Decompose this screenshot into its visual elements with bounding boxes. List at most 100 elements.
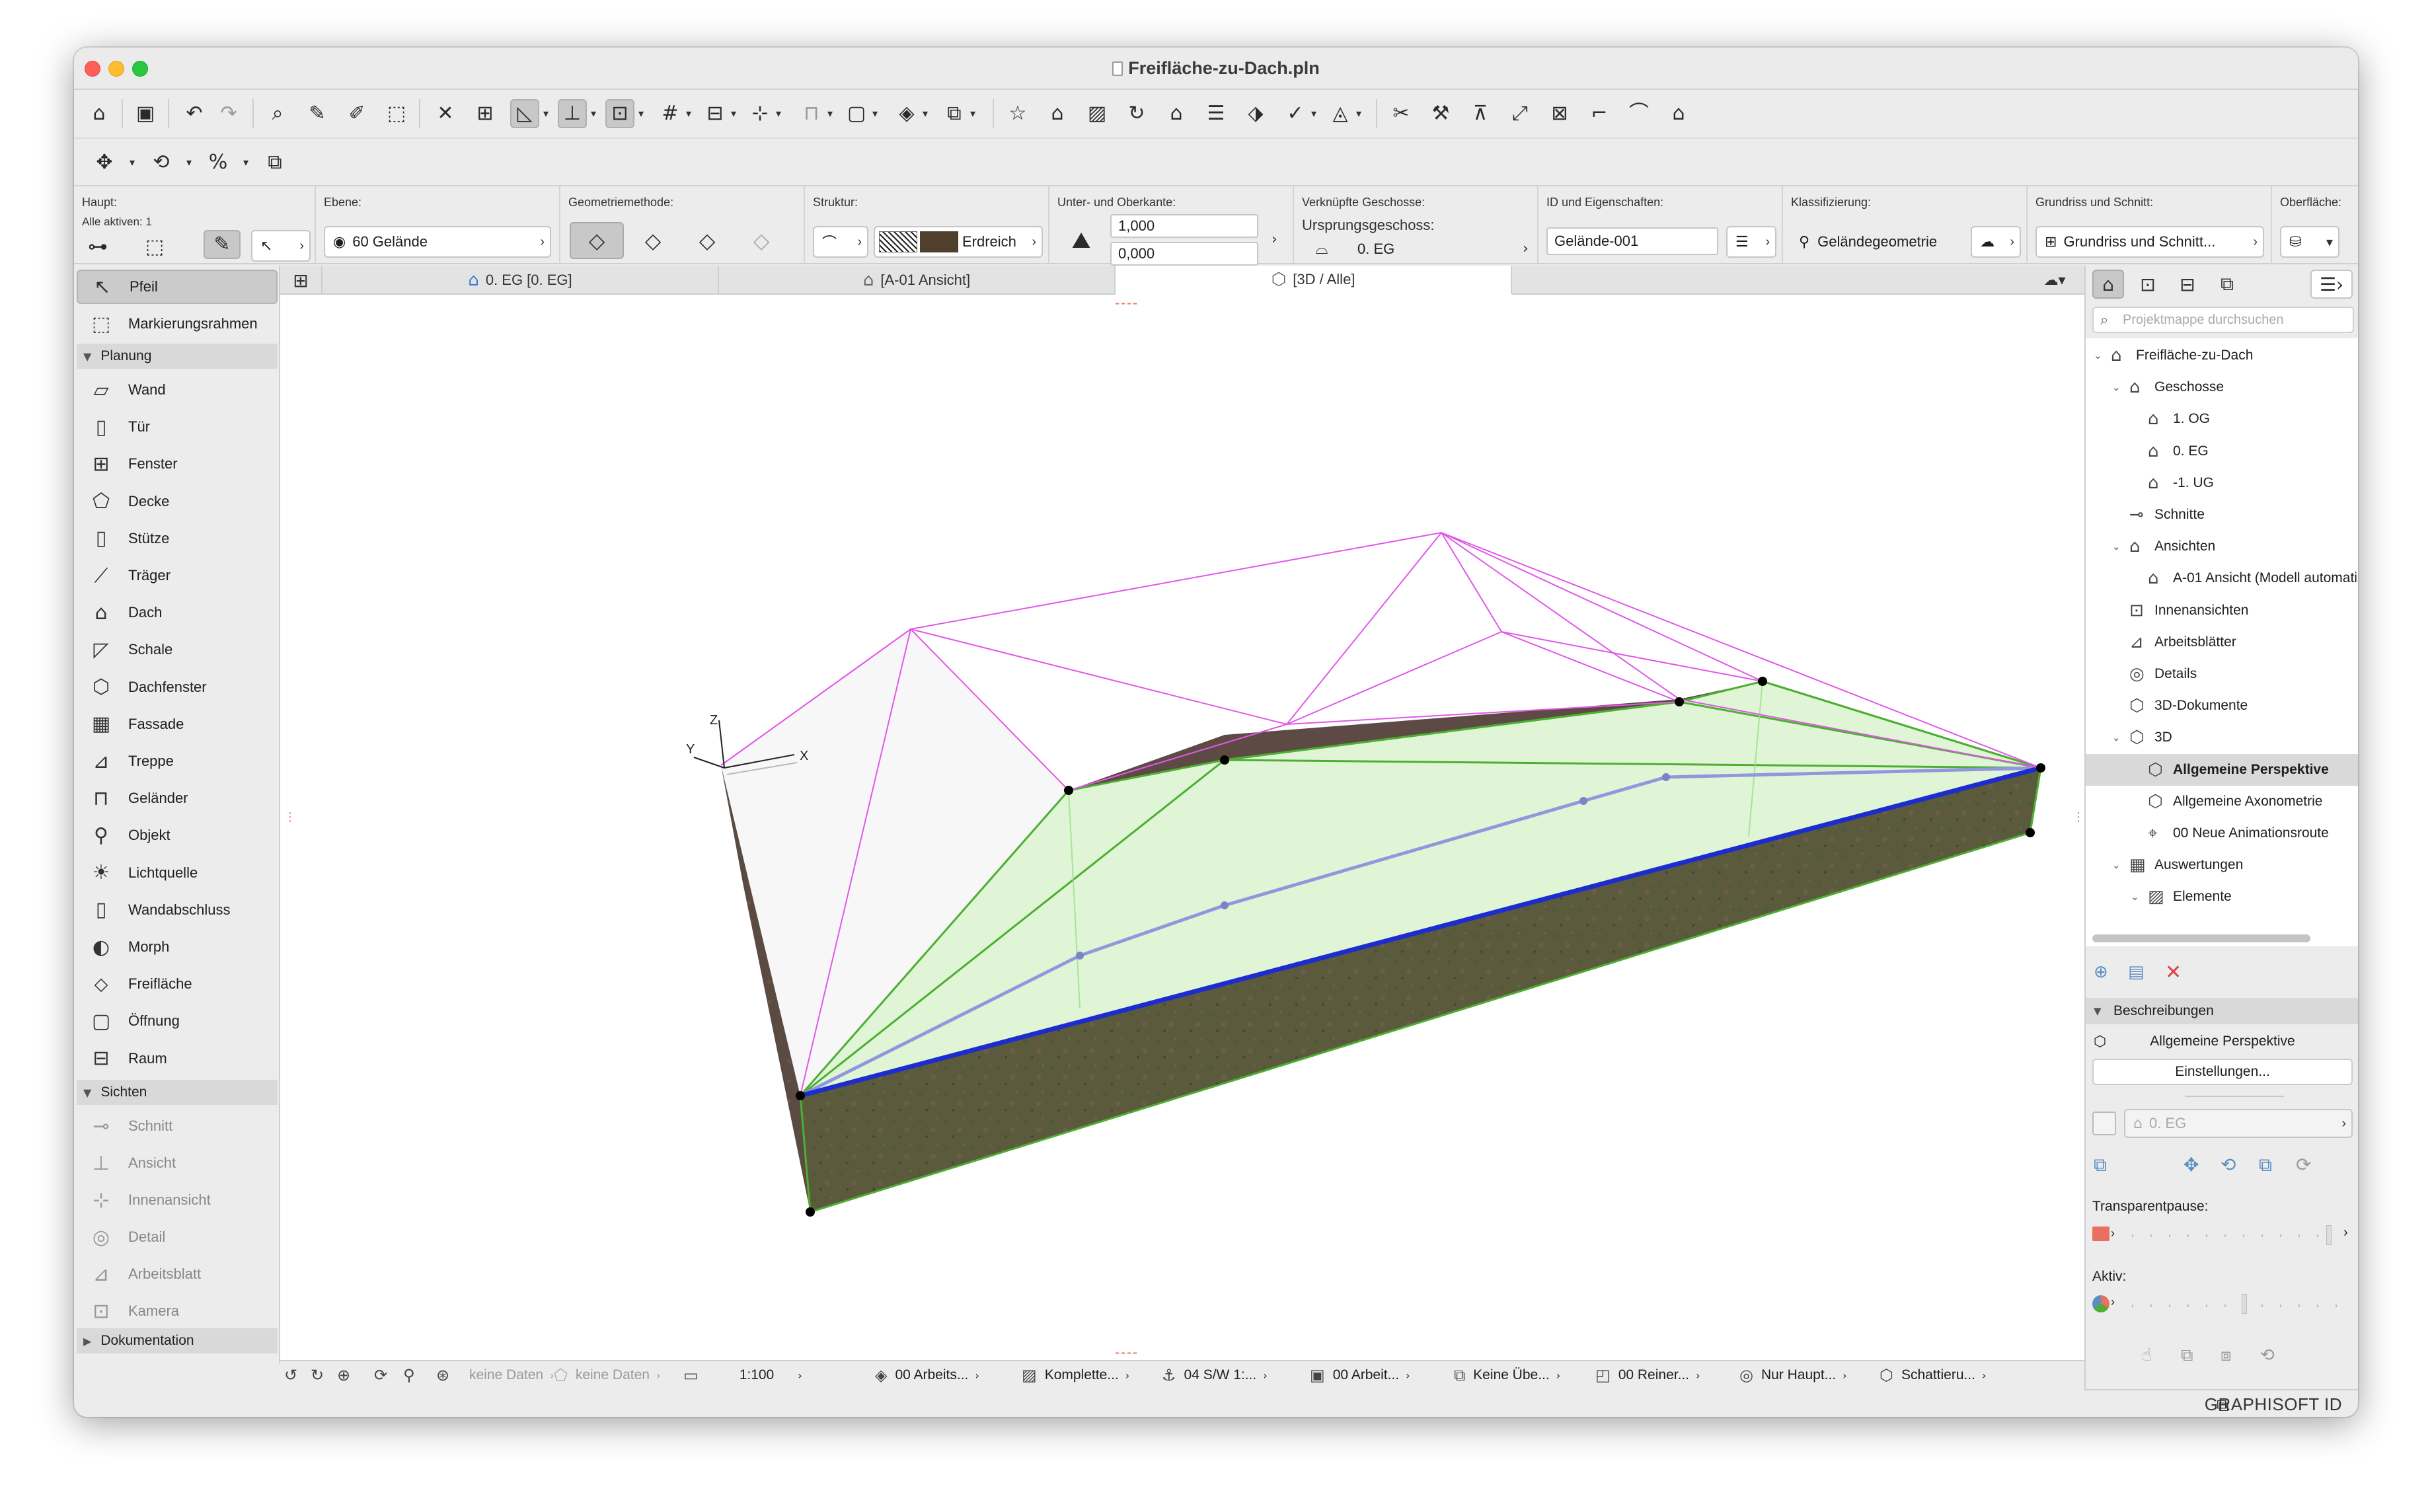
- tool-9[interactable]: ⬡ Dachfenster: [77, 670, 278, 704]
- status-scale[interactable]: ▭ 1:100 ›: [683, 1361, 802, 1389]
- tool-17[interactable]: ⬦ Freifläche: [77, 967, 278, 1001]
- trace-slider-thumb[interactable]: [2326, 1225, 2332, 1245]
- clone-icon[interactable]: ⧉: [2094, 1154, 2107, 1176]
- chevron-down-icon[interactable]: ▾: [827, 107, 833, 120]
- tool-19[interactable]: ⊟ Raum: [77, 1041, 278, 1076]
- reference-line-icon[interactable]: ⊶: [83, 233, 112, 262]
- chevron-down-icon[interactable]: ▾: [776, 107, 781, 120]
- orbit-forward-icon[interactable]: ↻: [311, 1361, 332, 1389]
- view-tool-6[interactable]: ⊡ Kamera: [77, 1294, 278, 1328]
- redo-icon[interactable]: ↷: [214, 99, 243, 128]
- chevron-right-icon[interactable]: ›: [2343, 1225, 2348, 1240]
- layer-selector[interactable]: ◉ 60 Gelände ›: [324, 226, 551, 258]
- link-icon[interactable]: ⧉: [2259, 1154, 2272, 1176]
- chevron-down-icon[interactable]: ⌄: [2131, 891, 2139, 903]
- tree-item[interactable]: ◎ Details: [2086, 658, 2358, 690]
- project-map-icon[interactable]: ⌂: [2092, 270, 2124, 299]
- tree-item[interactable]: ⊿ Arbeitsblätter: [2086, 626, 2358, 658]
- grid-icon[interactable]: #: [656, 99, 685, 128]
- settings-button[interactable]: Einstellungen...: [2092, 1059, 2353, 1085]
- view-tool-2[interactable]: ⊥ Ansicht: [77, 1146, 278, 1180]
- group-icon[interactable]: ▢: [842, 99, 871, 128]
- tool-16[interactable]: ◐ Morph: [77, 930, 278, 964]
- story-checkbox[interactable]: [2092, 1112, 2116, 1135]
- tree-item[interactable]: ⌄ ⬡ 3D: [2086, 722, 2358, 753]
- reference-icon[interactable]: ⧈: [2221, 1345, 2232, 1366]
- view-map-icon[interactable]: ⊡: [2132, 270, 2164, 299]
- tree-item[interactable]: ⌂ 1. OG: [2086, 403, 2358, 435]
- tab-overview-icon[interactable]: ⊞: [280, 266, 323, 295]
- tab-3d[interactable]: ⬡ [3D / Alle]: [1116, 266, 1512, 295]
- tool-2[interactable]: ▯ Tür: [77, 410, 278, 444]
- elevate-icon[interactable]: ⊼: [1466, 99, 1495, 128]
- fillet-icon[interactable]: ⌒: [1624, 99, 1653, 128]
- tree-item[interactable]: ⬡ 3D-Dokumente: [2086, 690, 2358, 722]
- chevron-down-icon[interactable]: ▾: [970, 107, 975, 120]
- active-slider-thumb[interactable]: [2242, 1294, 2247, 1314]
- view-settings-icon[interactable]: ▤: [2128, 962, 2145, 982]
- move-icon[interactable]: ✥: [2184, 1154, 2199, 1176]
- arrow-tool-selector[interactable]: ↖ ›: [251, 230, 311, 262]
- tree-item[interactable]: ⌄ ⌂ Freifläche-zu-Dach: [2086, 340, 2358, 371]
- explode-icon[interactable]: ⊠: [1545, 99, 1574, 128]
- favorites-icon[interactable]: ☆: [1003, 99, 1032, 128]
- renovation-icon[interactable]: ✓: [1281, 99, 1310, 128]
- 3d-cutaway-icon[interactable]: ⌂: [1162, 99, 1191, 128]
- tool-14[interactable]: ☀ Lichtquelle: [77, 856, 278, 890]
- status-pen-set[interactable]: ▨ Komplette... ›: [1022, 1361, 1129, 1389]
- adjust-icon[interactable]: ⚒: [1426, 99, 1455, 128]
- tool-5[interactable]: ▯ Stütze: [77, 521, 278, 556]
- tree-item[interactable]: ⌂ 0. EG: [2086, 435, 2358, 467]
- orbit-icon[interactable]: ⟳: [374, 1361, 395, 1389]
- classification-options-button[interactable]: ☁ ›: [1971, 226, 2021, 258]
- chevron-down-icon[interactable]: ⌄: [2094, 350, 2102, 361]
- tool-15[interactable]: ▯ Wandabschluss: [77, 893, 278, 927]
- section-dokumentation[interactable]: ▶ Dokumentation: [77, 1328, 278, 1353]
- tool-7[interactable]: ⌂ Dach: [77, 595, 278, 630]
- tree-item[interactable]: ⌄ ▦ Auswertungen: [2086, 849, 2358, 881]
- tag-icon[interactable]: ⬗: [1241, 99, 1270, 128]
- id-input[interactable]: Gelände-001: [1546, 227, 1718, 255]
- status-override[interactable]: ⧉ Keine Übe... ›: [1454, 1361, 1560, 1389]
- status-structure[interactable]: ◎ Nur Haupt... ›: [1739, 1361, 1847, 1389]
- tool-pfeil[interactable]: ↖ Pfeil: [77, 270, 278, 304]
- story-selector[interactable]: ⌂ 0. EG ›: [2124, 1109, 2353, 1138]
- walk-icon[interactable]: ⚲: [403, 1361, 423, 1389]
- chevron-down-icon[interactable]: ▾: [686, 107, 691, 120]
- tree-item[interactable]: ⌂ -1. UG: [2086, 467, 2358, 499]
- selection-icon[interactable]: ⬚: [140, 233, 169, 262]
- chevron-down-icon[interactable]: ▾: [872, 107, 878, 120]
- multiply-icon[interactable]: ⧉: [260, 148, 289, 177]
- status-no-data-1[interactable]: keine Daten ›: [469, 1361, 554, 1389]
- geometry-method-flat[interactable]: ◇: [570, 222, 624, 259]
- chevron-right-icon[interactable]: ›: [2111, 1295, 2115, 1309]
- 3d-render-icon[interactable]: ▨: [1083, 99, 1112, 128]
- section-sichten[interactable]: ▼ Sichten: [77, 1080, 278, 1105]
- construction-grid-icon[interactable]: ⊟: [701, 99, 730, 128]
- dimension-icon[interactable]: ⊞: [471, 99, 500, 128]
- refresh-icon[interactable]: ⟳: [2296, 1154, 2311, 1176]
- chevron-right-icon[interactable]: ›: [2111, 1227, 2115, 1240]
- status-dimension[interactable]: ▣ 00 Arbeit... ›: [1310, 1361, 1410, 1389]
- home-icon[interactable]: ⌂: [85, 99, 114, 128]
- intersect-icon[interactable]: ⌐: [1585, 99, 1614, 128]
- orbit-icon[interactable]: ↻: [1122, 99, 1151, 128]
- tree-item[interactable]: ⊡ Innenansichten: [2086, 595, 2358, 626]
- favorites-selector-icon[interactable]: ✎: [204, 230, 241, 259]
- status-shading[interactable]: ⬡ Schattieru... ›: [1880, 1361, 1986, 1389]
- chevron-down-icon[interactable]: ⌄: [2112, 732, 2121, 743]
- tool-1[interactable]: ▱ Wand: [77, 373, 278, 407]
- status-no-data-2[interactable]: ⬠ keine Daten ›: [554, 1361, 660, 1389]
- status-renovation[interactable]: ◰ 00 Reiner... ›: [1595, 1361, 1700, 1389]
- home-story-value[interactable]: 0. EG: [1357, 241, 1394, 258]
- status-model-view[interactable]: ⚓ 04 S/W 1:... ›: [1162, 1361, 1268, 1389]
- chevron-down-icon[interactable]: ▾: [130, 156, 135, 169]
- tool-6[interactable]: ⟋ Träger: [77, 558, 278, 593]
- split-icon[interactable]: ✂: [1387, 99, 1416, 128]
- tab-elevation[interactable]: ⌂ [A-01 Ansicht]: [719, 266, 1116, 295]
- tree-item[interactable]: ⊸ Schnitte: [2086, 499, 2358, 531]
- guide-lines-icon[interactable]: ◺: [510, 99, 539, 128]
- properties-button[interactable]: ☰ ›: [1726, 226, 1776, 258]
- zoom-icon[interactable]: ⊕: [337, 1361, 358, 1389]
- floor-plan-section-button[interactable]: ⊞ Grundriss und Schnitt... ›: [2035, 226, 2264, 258]
